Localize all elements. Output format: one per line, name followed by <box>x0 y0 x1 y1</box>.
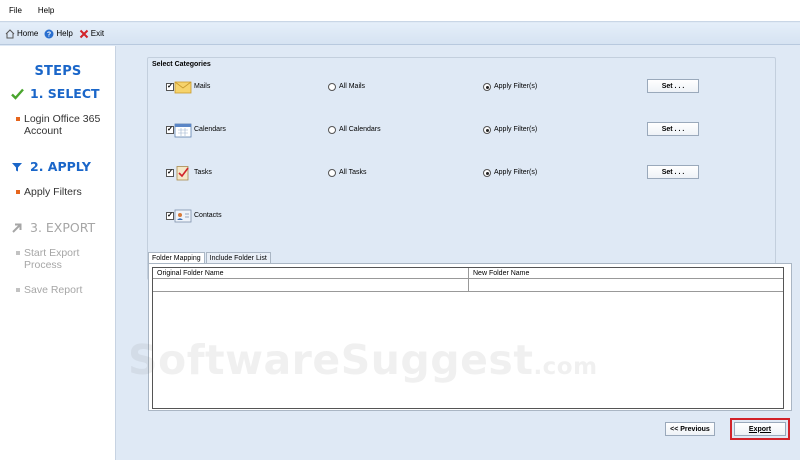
substep-apply-filters: Apply Filters <box>16 186 114 198</box>
watermark-main: SoftwareSuggest <box>128 336 534 384</box>
substep-start-export-label: Start Export Process <box>24 247 80 271</box>
all-tasks-label: All Tasks <box>339 169 367 176</box>
home-button[interactable]: Home <box>5 28 39 39</box>
select-categories-group: Select Categories ✓ Mails All Mails Appl… <box>147 57 776 280</box>
tasks-checkbox[interactable]: ✓ <box>166 169 174 177</box>
contacts-label: Contacts <box>194 212 222 219</box>
home-icon <box>5 28 15 38</box>
step-select-label: 1. SELECT <box>30 86 100 101</box>
substep-login-label: Login Office 365 Account <box>24 113 101 137</box>
step-export: 3. EXPORT <box>10 220 95 235</box>
step-export-label: 3. EXPORT <box>30 220 96 235</box>
all-mails-radio[interactable] <box>328 83 336 91</box>
category-row-mails: ✓ Mails All Mails Apply Filter(s) Set . … <box>148 79 775 97</box>
tasks-apply-filter-radio[interactable] <box>483 169 491 177</box>
mails-checkbox[interactable]: ✓ <box>166 83 174 91</box>
mails-set-button[interactable]: Set . . . <box>647 79 699 93</box>
bullet-icon <box>16 251 20 255</box>
substep-login: Login Office 365 Account <box>16 113 114 137</box>
watermark-suffix: .com <box>533 354 598 380</box>
main-panel: Select Categories ✓ Mails All Mails Appl… <box>116 46 800 460</box>
substep-apply-filters-label: Apply Filters <box>24 186 82 198</box>
mail-envelope-icon <box>174 79 192 95</box>
all-calendars-radio[interactable] <box>328 126 336 134</box>
substep-save-report: Save Report <box>16 284 114 296</box>
previous-label: << Previous <box>670 425 710 433</box>
calendars-label: Calendars <box>194 126 226 133</box>
toolbar: Home ? Help Exit <box>0 23 800 45</box>
bullet-icon <box>16 190 20 194</box>
calendars-set-button[interactable]: Set . . . <box>647 122 699 136</box>
tasks-apply-filter-label: Apply Filter(s) <box>494 169 538 176</box>
mails-label: Mails <box>194 83 211 90</box>
substep-save-report-label: Save Report <box>24 284 83 296</box>
help-label: Help <box>56 29 73 38</box>
step-select: 1. SELECT <box>10 86 100 101</box>
substep-start-export: Start Export Process <box>16 247 114 271</box>
steps-title: STEPS <box>34 64 82 79</box>
help-button[interactable]: ? Help <box>44 29 73 39</box>
tasks-set-button[interactable]: Set . . . <box>647 165 699 179</box>
checkmark-icon <box>10 87 24 101</box>
mails-apply-filter-radio[interactable] <box>483 83 491 91</box>
menu-help[interactable]: Help <box>38 6 54 15</box>
all-calendars-label: All Calendars <box>339 126 381 133</box>
grid-header: Original Folder Name New Folder Name <box>153 268 783 279</box>
task-clipboard-icon <box>174 165 192 181</box>
step-apply-label: 2. APPLY <box>30 159 91 174</box>
filter-icon <box>10 160 24 174</box>
calendar-icon <box>174 122 192 138</box>
exit-label: Exit <box>90 29 105 38</box>
exit-icon <box>79 29 89 38</box>
export-label: Export <box>748 425 772 433</box>
table-cell <box>153 279 469 291</box>
step-apply: 2. APPLY <box>10 159 91 174</box>
category-row-contacts: ✓ Contacts <box>148 208 775 226</box>
help-icon: ? <box>44 29 54 38</box>
all-tasks-radio[interactable] <box>328 169 336 177</box>
calendars-apply-filter-label: Apply Filter(s) <box>494 126 538 133</box>
export-button[interactable]: Export <box>734 422 786 436</box>
menu-file[interactable]: File <box>9 6 22 15</box>
steps-sidebar: STEPS 1. SELECT Login Office 365 Account… <box>0 46 116 460</box>
categories-title: Select Categories <box>152 61 211 68</box>
column-original-folder-name: Original Folder Name <box>153 268 469 278</box>
table-row[interactable] <box>153 279 783 292</box>
table-cell <box>469 279 783 291</box>
calendars-apply-filter-radio[interactable] <box>483 126 491 134</box>
watermark: SoftwareSuggest.com <box>128 336 598 384</box>
calendars-checkbox[interactable]: ✓ <box>166 126 174 134</box>
category-row-tasks: ✓ Tasks All Tasks Apply Filter(s) Set . … <box>148 165 775 183</box>
contacts-checkbox[interactable]: ✓ <box>166 212 174 220</box>
mails-apply-filter-label: Apply Filter(s) <box>494 83 538 90</box>
home-label: Home <box>17 29 39 38</box>
bullet-icon <box>16 117 20 121</box>
svg-text:?: ? <box>47 31 51 38</box>
all-mails-label: All Mails <box>339 83 366 90</box>
previous-button[interactable]: << Previous <box>665 422 715 436</box>
bullet-icon <box>16 288 20 292</box>
contact-card-icon <box>174 208 192 224</box>
category-row-calendars: ✓ Calendars All Calendars Apply Filter(s… <box>148 122 775 140</box>
menu-bar: File Help <box>0 0 800 22</box>
exit-button[interactable]: Exit <box>79 29 104 39</box>
tasks-label: Tasks <box>194 169 212 176</box>
export-arrow-icon <box>10 221 24 235</box>
column-new-folder-name: New Folder Name <box>473 270 530 277</box>
